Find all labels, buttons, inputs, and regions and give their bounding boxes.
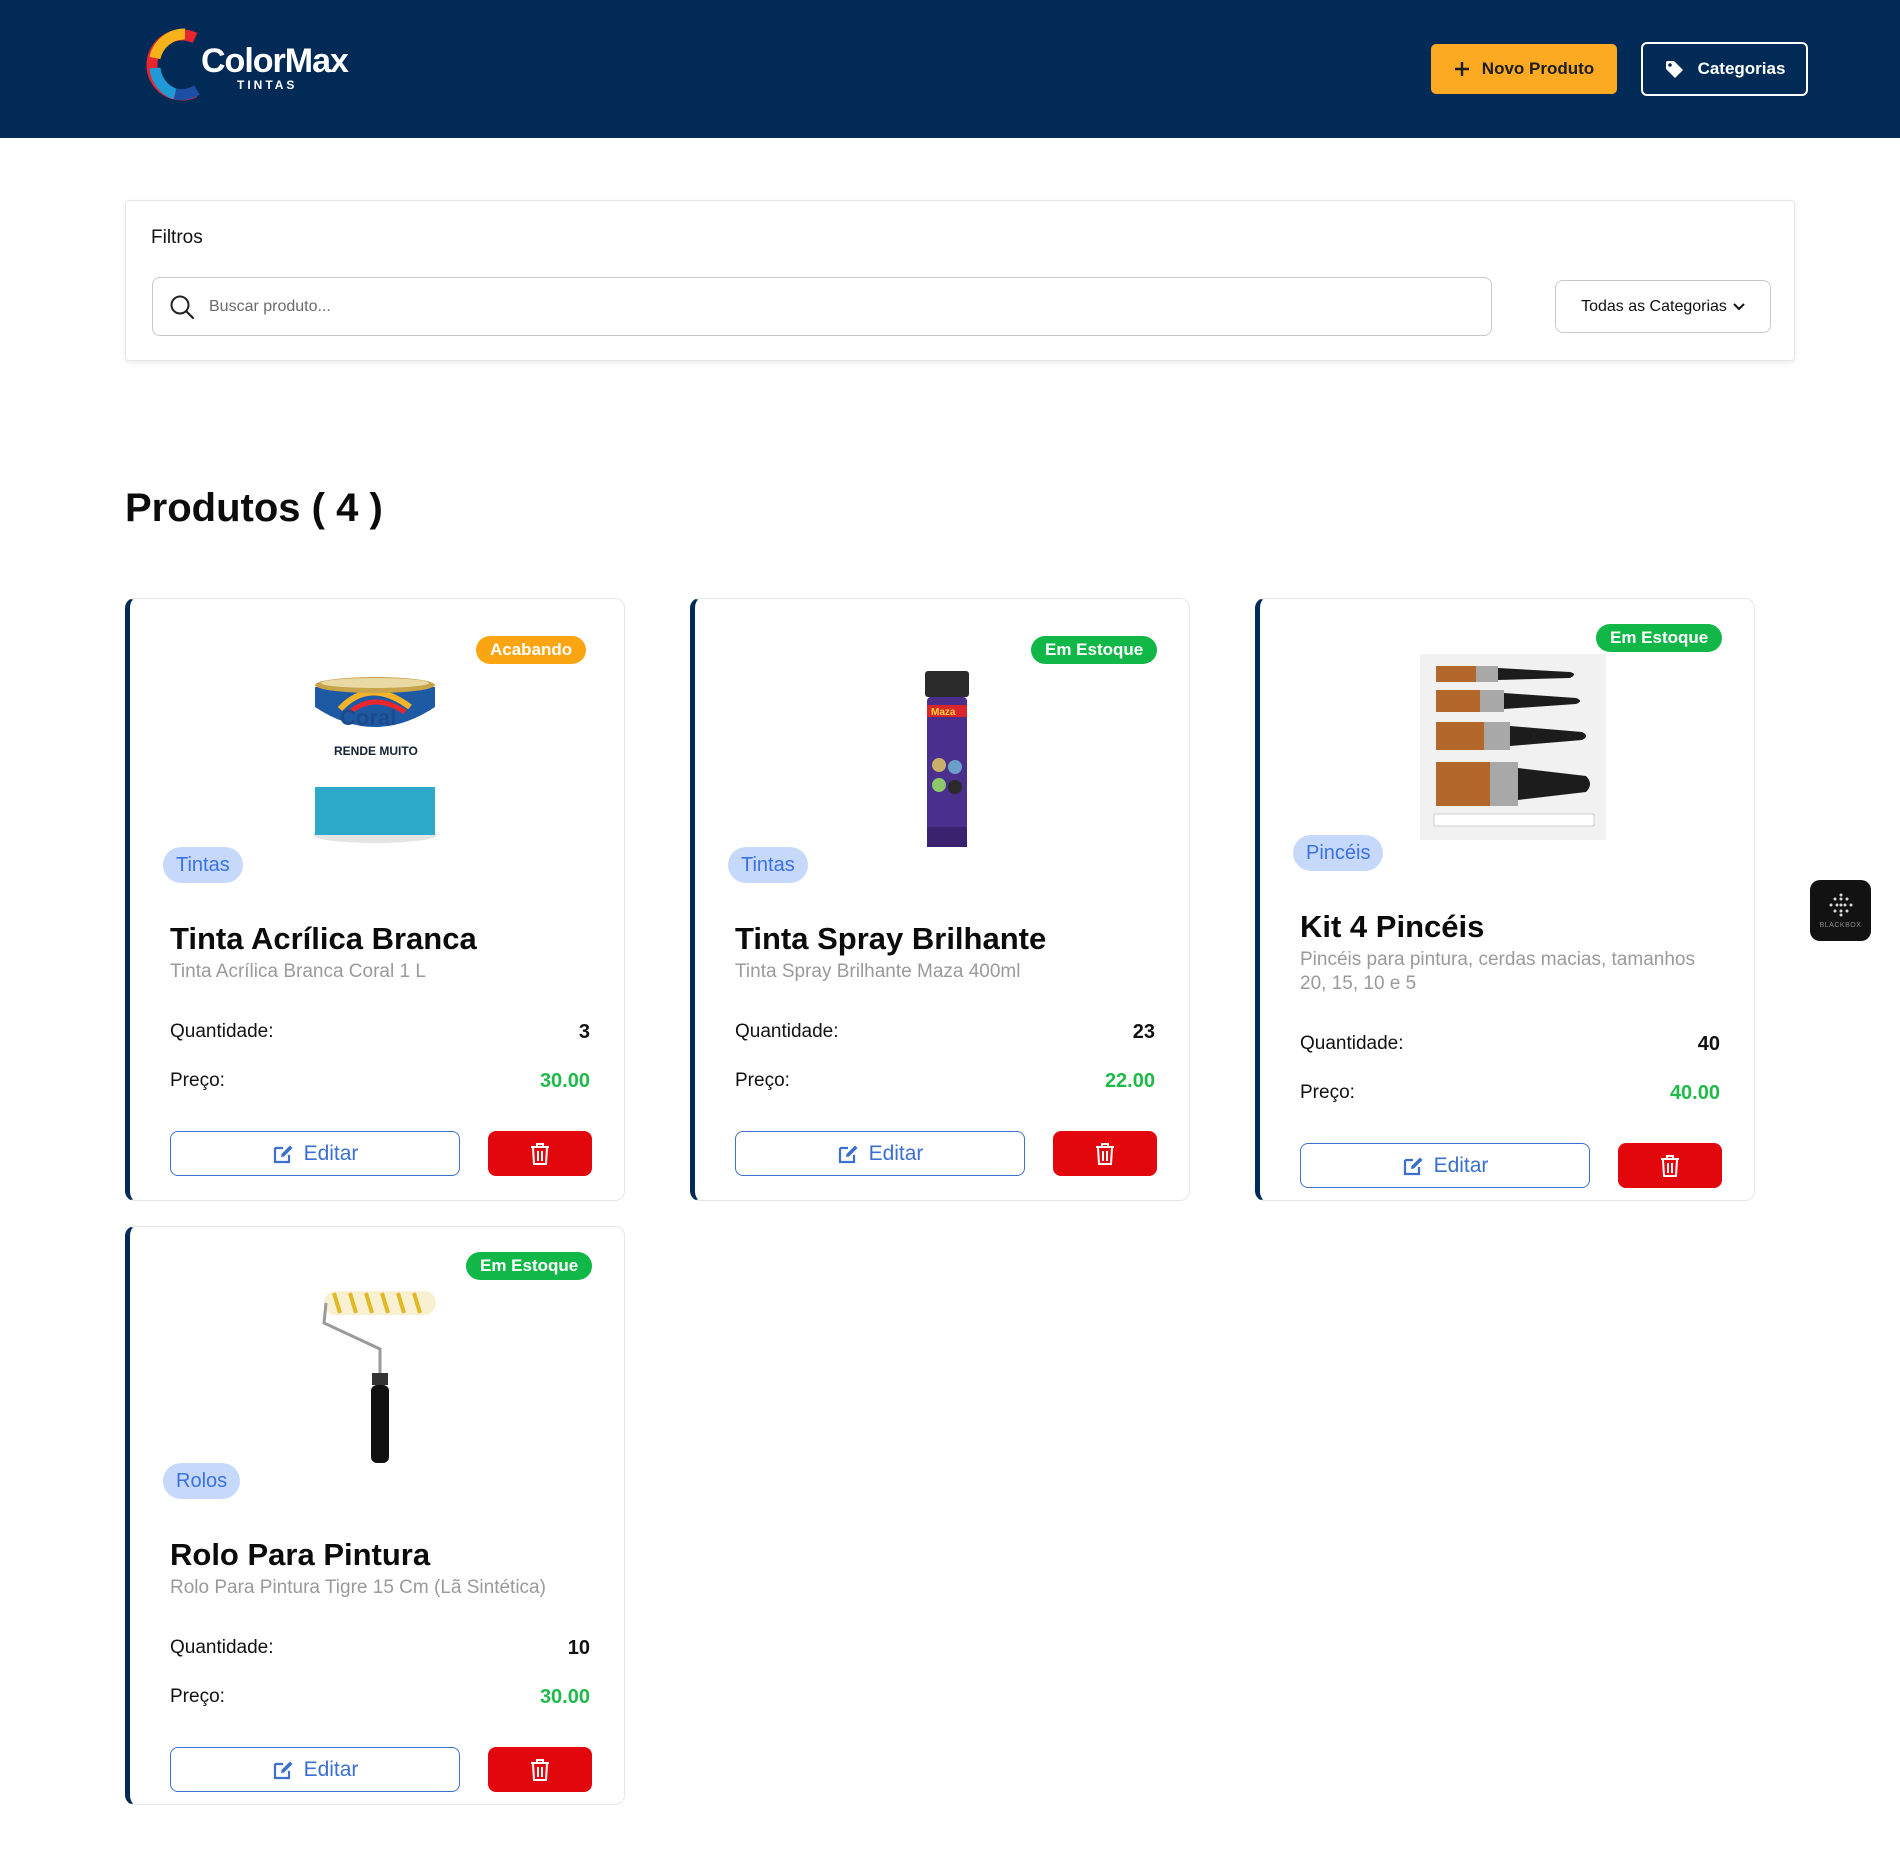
price-value: 40.00 (1669, 1082, 1720, 1104)
stock-status-badge: Em Estoque (466, 1252, 593, 1280)
delete-button[interactable] (1618, 1143, 1722, 1188)
trash-icon (1096, 1142, 1114, 1165)
new-product-label: Novo Produto (1481, 59, 1595, 78)
delete-button[interactable] (1053, 1131, 1157, 1176)
paint-roller-image (322, 1291, 436, 1463)
quantity-label: Quantidade: (170, 1637, 274, 1658)
product-card: Em Estoque Pincéis Kit 4 Pincéis Pincéis… (1255, 598, 1755, 1201)
quantity-value: 40 (1697, 1033, 1720, 1055)
price-value: 30.00 (539, 1070, 590, 1092)
product-name: Tinta Acrílica Branca (170, 921, 477, 956)
stock-status-badge: Acabando (476, 636, 587, 664)
new-product-button[interactable]: Novo Produto (1431, 44, 1617, 94)
stock-status-badge: Em Estoque (1596, 624, 1723, 652)
logo-subtitle: TINTAS (237, 78, 298, 92)
top-header: ColorMax TINTAS Novo Produto Categorias (0, 0, 1900, 138)
product-description: Rolo Para Pintura Tigre 15 Cm (Lã Sintét… (170, 1577, 546, 1598)
search-icon (170, 295, 195, 319)
chevron-down-icon (1733, 302, 1745, 310)
edit-label: Editar (303, 1757, 359, 1781)
spray-can-image: Maza (925, 671, 969, 847)
plus-icon (1454, 62, 1469, 76)
product-card: Em Estoque Rolos Rolo Para Pintura Rolo … (125, 1226, 625, 1805)
edit-icon (838, 1145, 858, 1163)
filters-panel: Filtros Todas as Categorias (125, 200, 1795, 361)
edit-button[interactable]: Editar (1300, 1143, 1590, 1188)
category-badge: Tintas (163, 847, 243, 883)
category-select-value: Todas as Categorias (1581, 297, 1727, 315)
can-brand: Coral (340, 705, 396, 730)
edit-label: Editar (303, 1141, 359, 1165)
edit-button[interactable]: Editar (170, 1747, 460, 1792)
quantity-value: 3 (578, 1021, 590, 1043)
edit-label: Editar (868, 1141, 924, 1165)
price-value: 22.00 (1104, 1070, 1155, 1092)
trash-icon (531, 1758, 549, 1781)
price-value: 30.00 (539, 1686, 590, 1708)
product-description: Tinta Spray Brilhante Maza 400ml (735, 961, 1021, 982)
price-label: Preço: (170, 1686, 225, 1707)
delete-button[interactable] (488, 1131, 592, 1176)
blackbox-widget-button[interactable]: BLACKBOX (1810, 880, 1871, 941)
quantity-label: Quantidade: (1300, 1033, 1404, 1054)
search-box[interactable] (152, 277, 1492, 336)
logo-name: ColorMax (201, 42, 349, 80)
product-card: Coral RENDE MUITO Acabando Tintas Tinta … (125, 598, 625, 1201)
can-slogan: RENDE MUITO (334, 744, 418, 758)
dots-grid-icon (1829, 893, 1852, 917)
product-name: Rolo Para Pintura (170, 1537, 431, 1572)
edit-icon (1403, 1157, 1423, 1175)
filters-title: Filtros (151, 227, 203, 248)
spray-brand: Maza (931, 707, 956, 718)
colormax-logo[interactable]: ColorMax TINTAS (145, 28, 349, 102)
edit-button[interactable]: Editar (735, 1131, 1025, 1176)
stock-status-badge: Em Estoque (1031, 636, 1158, 664)
paint-can-image: Coral RENDE MUITO (313, 677, 437, 843)
quantity-label: Quantidade: (735, 1021, 839, 1042)
product-name: Kit 4 Pincéis (1300, 909, 1485, 944)
product-description: Pincéis para pintura, cerdas macias, tam… (1300, 949, 1695, 994)
price-label: Preço: (170, 1070, 225, 1091)
blackbox-label: BLACKBOX (1819, 922, 1862, 929)
product-card: Maza Em Estoque Tintas Tinta Spray Brilh… (690, 598, 1190, 1201)
trash-icon (531, 1142, 549, 1165)
categories-label: Categorias (1697, 59, 1786, 78)
category-badge: Rolos (163, 1463, 241, 1499)
delete-button[interactable] (488, 1747, 592, 1792)
brush-kit-image (1420, 654, 1606, 840)
category-badge: Tintas (728, 847, 808, 883)
trash-icon (1661, 1154, 1679, 1177)
tag-icon (1665, 61, 1683, 78)
quantity-value: 23 (1132, 1021, 1155, 1043)
quantity-value: 10 (567, 1637, 590, 1659)
search-input[interactable] (209, 297, 1409, 316)
category-badge: Pincéis (1293, 835, 1384, 871)
edit-icon (273, 1761, 293, 1779)
categories-button[interactable]: Categorias (1641, 42, 1808, 96)
price-label: Preço: (735, 1070, 790, 1091)
quantity-label: Quantidade: (170, 1021, 274, 1042)
product-name: Tinta Spray Brilhante (735, 921, 1047, 956)
price-label: Preço: (1300, 1082, 1355, 1103)
category-select[interactable]: Todas as Categorias (1555, 280, 1771, 333)
edit-icon (273, 1145, 293, 1163)
products-title: Produtos ( 4 ) (125, 486, 383, 530)
edit-label: Editar (1433, 1153, 1489, 1177)
product-description: Tinta Acrílica Branca Coral 1 L (170, 961, 426, 982)
edit-button[interactable]: Editar (170, 1131, 460, 1176)
